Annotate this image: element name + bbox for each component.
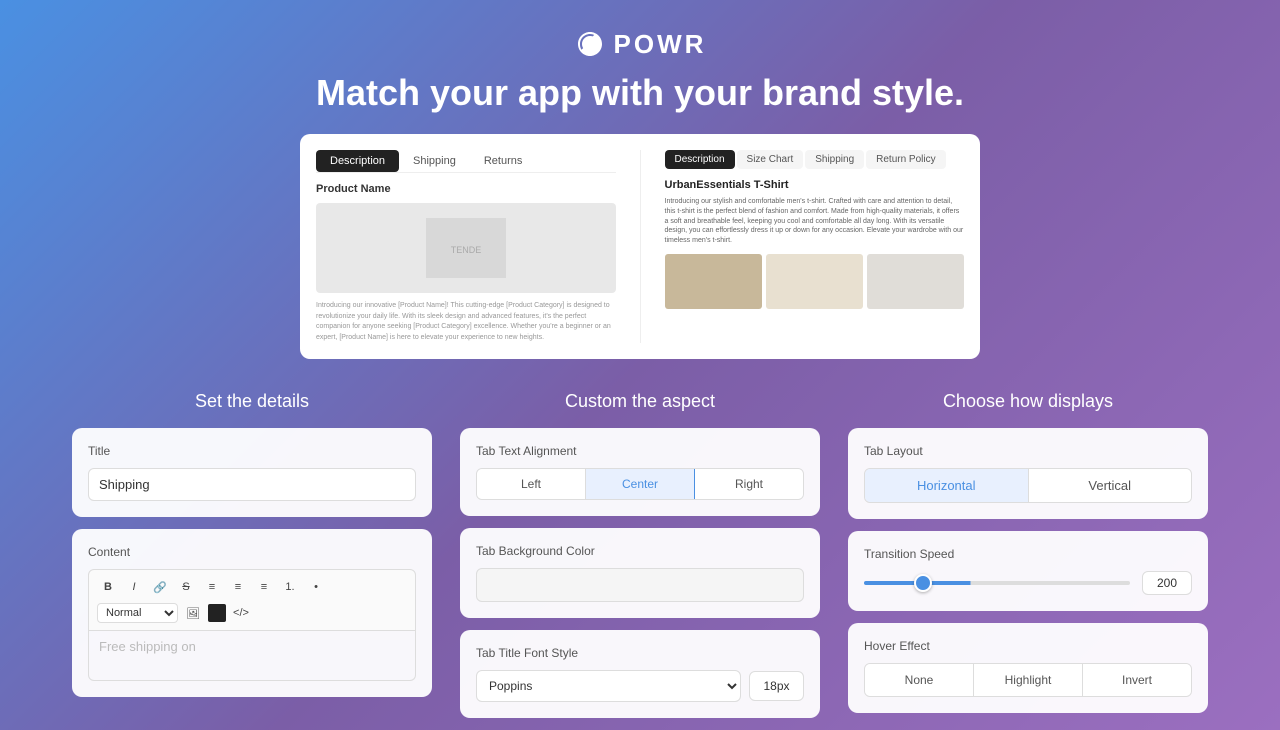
hover-effect-group: None Highlight Invert [864, 663, 1192, 697]
content-label: Content [88, 545, 416, 559]
bg-color-input[interactable] [476, 568, 804, 602]
preview-tabs-right: Description Size Chart Shipping Return P… [665, 150, 965, 169]
preview-tab-shipping[interactable]: Shipping [399, 150, 470, 172]
title-label: Title [88, 444, 416, 458]
align-right-tab-button[interactable]: Right [695, 469, 803, 499]
preview-product-image: TENDE [316, 203, 616, 293]
preview-tab-returns[interactable]: Returns [470, 150, 537, 172]
tagline: Match your app with your brand style. [0, 72, 1280, 114]
font-style-row: Poppins Arial Roboto Open Sans [476, 670, 804, 702]
preview-container: Description Shipping Returns Product Nam… [300, 134, 980, 359]
alignment-group: Left Center Right [476, 468, 804, 500]
preview-right: Description Size Chart Shipping Return P… [665, 150, 965, 343]
hover-effect-card: Hover Effect None Highlight Invert [848, 623, 1208, 713]
italic-button[interactable]: I [123, 576, 145, 598]
format-select[interactable]: Normal Heading 1 Heading 2 Heading 3 [97, 603, 178, 623]
vertical-button[interactable]: Vertical [1029, 469, 1192, 502]
preview-img-3 [867, 254, 964, 309]
hover-none-button[interactable]: None [865, 664, 974, 696]
font-family-select[interactable]: Poppins Arial Roboto Open Sans [476, 670, 741, 702]
preview-right-product-title: UrbanEssentials T-Shirt [665, 179, 965, 191]
preview-product-name: Product Name [316, 183, 616, 195]
transition-speed-value[interactable] [1142, 571, 1192, 595]
preview-left: Description Shipping Returns Product Nam… [316, 150, 616, 343]
font-style-card: Tab Title Font Style Poppins Arial Robot… [460, 630, 820, 718]
slider-row [864, 571, 1192, 595]
content-card: Content B I 🔗 S ≡ ≡ ≡ 1. • Normal Headin… [72, 529, 432, 697]
link-button[interactable]: 🔗 [149, 576, 171, 598]
section-set-details: Set the details Title Content B I 🔗 S ≡ … [72, 391, 432, 730]
svg-text:TENDE: TENDE [450, 245, 481, 255]
transition-speed-slider[interactable] [864, 581, 1130, 585]
bg-color-label: Tab Background Color [476, 544, 804, 558]
preview-right-product-desc: Introducing our stylish and comfortable … [665, 197, 965, 246]
align-right-button[interactable]: ≡ [253, 576, 275, 598]
logo-text: POWR [614, 29, 707, 60]
section-custom-aspect: Custom the aspect Tab Text Alignment Lef… [460, 391, 820, 730]
align-left-tab-button[interactable]: Left [477, 469, 586, 499]
preview-tab-right-desc[interactable]: Description [665, 150, 735, 169]
align-left-button[interactable]: ≡ [201, 576, 223, 598]
color-input-row [476, 568, 804, 602]
preview-img-1 [665, 254, 762, 309]
header: POWR Match your app with your brand styl… [0, 0, 1280, 134]
alignment-label: Tab Text Alignment [476, 444, 804, 458]
title-input[interactable] [88, 468, 416, 501]
unordered-list-button[interactable]: • [305, 576, 327, 598]
tab-layout-label: Tab Layout [864, 444, 1192, 458]
preview-images-row [665, 254, 965, 309]
preview-tab-right-shipping[interactable]: Shipping [805, 150, 864, 169]
font-style-label: Tab Title Font Style [476, 646, 804, 660]
tab-layout-card: Tab Layout Horizontal Vertical [848, 428, 1208, 519]
section-choose-displays: Choose how displays Tab Layout Horizonta… [848, 391, 1208, 730]
bold-button[interactable]: B [97, 576, 119, 598]
strikethrough-button[interactable]: S [175, 576, 197, 598]
preview-description-text: Introducing our innovative [Product Name… [316, 301, 616, 343]
tab-layout-group: Horizontal Vertical [864, 468, 1192, 503]
powr-logo-icon [574, 28, 606, 60]
code-button[interactable]: </> [230, 602, 252, 624]
preview-divider [640, 150, 641, 343]
preview-tab-description[interactable]: Description [316, 150, 399, 172]
image-button[interactable]: 🖼 [182, 602, 204, 624]
align-center-button[interactable]: ≡ [227, 576, 249, 598]
sections-row: Set the details Title Content B I 🔗 S ≡ … [0, 359, 1280, 730]
title-card: Title [72, 428, 432, 517]
preview-tabs-left: Description Shipping Returns [316, 150, 616, 173]
editor-toolbar: B I 🔗 S ≡ ≡ ≡ 1. • Normal Heading 1 Head… [88, 569, 416, 631]
set-details-title: Set the details [72, 391, 432, 412]
hover-invert-button[interactable]: Invert [1083, 664, 1191, 696]
choose-displays-title: Choose how displays [848, 391, 1208, 412]
bg-color-card: Tab Background Color [460, 528, 820, 618]
preview-section: Description Shipping Returns Product Nam… [0, 134, 1280, 359]
font-size-input[interactable] [749, 671, 804, 701]
custom-aspect-title: Custom the aspect [460, 391, 820, 412]
preview-tab-right-size[interactable]: Size Chart [737, 150, 804, 169]
alignment-card: Tab Text Alignment Left Center Right [460, 428, 820, 516]
hover-highlight-button[interactable]: Highlight [974, 664, 1083, 696]
ordered-list-button[interactable]: 1. [279, 576, 301, 598]
transition-speed-card: Transition Speed [848, 531, 1208, 611]
align-center-tab-button[interactable]: Center [586, 469, 695, 499]
preview-img-2 [766, 254, 863, 309]
editor-content[interactable]: Free shipping on [88, 631, 416, 681]
hover-effect-label: Hover Effect [864, 639, 1192, 653]
color-picker-button[interactable] [208, 604, 226, 622]
horizontal-button[interactable]: Horizontal [865, 469, 1029, 502]
preview-tab-right-return[interactable]: Return Policy [866, 150, 945, 169]
logo: POWR [0, 28, 1280, 60]
transition-speed-label: Transition Speed [864, 547, 1192, 561]
